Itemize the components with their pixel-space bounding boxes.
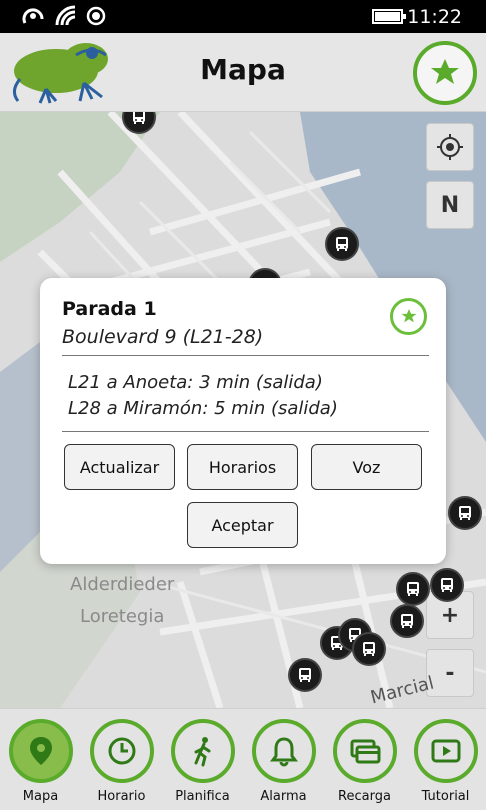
locate-button[interactable] [426,123,474,171]
nav-label: Planifica [175,789,230,804]
bus-stop-marker[interactable] [390,604,424,638]
signal-strength-icon [22,5,46,27]
notification-circle-icon [85,5,109,27]
bus-icon [363,642,375,656]
bus-stop-marker[interactable] [448,496,482,530]
battery-icon [372,5,408,27]
nav-label: Recarga [338,789,391,804]
status-time: 11:22 [407,6,462,28]
bus-stop-marker[interactable] [352,632,386,666]
wifi-icon [55,5,79,27]
nav-icon-circle [414,719,478,783]
clock-icon [108,737,136,765]
play-icon [431,739,461,763]
nav-icon-circle [333,719,397,783]
map-place-label: Alderdieder [70,574,175,595]
nav-item-tutorial[interactable]: Tutorial [405,709,486,810]
arrival-line: L28 a Miramón: 5 min (salida) [68,398,338,419]
north-button[interactable]: N [426,181,474,229]
bus-icon [401,614,413,628]
star-icon [431,59,459,84]
nav-icon-circle [9,719,73,783]
nav-item-horario[interactable]: Horario [81,709,162,810]
stop-info-dialog: Parada 1 Boulevard 9 (L21-28) L21 a Anoe… [40,278,446,564]
map-place-label: Loretegia [80,606,165,627]
header: Mapa [0,33,486,112]
refresh-button[interactable]: Actualizar [64,444,175,490]
divider [62,431,429,432]
nav-item-alarma[interactable]: Alarma [243,709,324,810]
bus-stop-marker[interactable] [288,658,322,692]
bus-stop-marker[interactable] [430,568,464,602]
bus-icon [133,112,145,124]
status-bar: 11:22 [0,0,486,33]
bus-icon [407,582,419,596]
nav-icon-circle [90,719,154,783]
bell-icon [270,737,298,767]
arrival-line: L21 a Anoeta: 3 min (salida) [68,372,323,393]
nav-label: Horario [97,789,146,804]
nav-icon-circle [171,719,235,783]
bus-stop-marker[interactable] [396,572,430,606]
nav-item-planifica[interactable]: Planifica [162,709,243,810]
accept-button[interactable]: Aceptar [187,502,298,548]
favorites-button[interactable] [413,41,477,105]
star-icon [401,309,417,323]
schedules-button[interactable]: Horarios [187,444,298,490]
favorite-stop-button[interactable] [390,298,427,335]
voice-button[interactable]: Voz [311,444,422,490]
nav-item-recarga[interactable]: Recarga [324,709,405,810]
nav-label: Tutorial [421,789,470,804]
bus-icon [459,506,471,520]
bus-icon [299,668,311,682]
credit-card-icon [350,739,381,764]
bus-stop-marker[interactable] [325,227,359,261]
nav-label: Alarma [260,789,307,804]
nav-icon-circle [252,719,316,783]
map-pin-icon [30,737,52,765]
nav-label: Mapa [22,789,59,804]
stop-subtitle: Boulevard 9 (L21-28) [62,326,264,348]
divider [62,355,429,356]
walking-person-icon [194,737,211,767]
bus-icon [441,578,453,592]
bus-icon [336,237,348,251]
crosshair-icon [437,134,463,160]
stop-title: Parada 1 [62,298,157,320]
bottom-navigation: Mapa Horario Planifica Alarma Recarga Tu… [0,708,486,810]
nav-item-mapa[interactable]: Mapa [0,709,81,810]
